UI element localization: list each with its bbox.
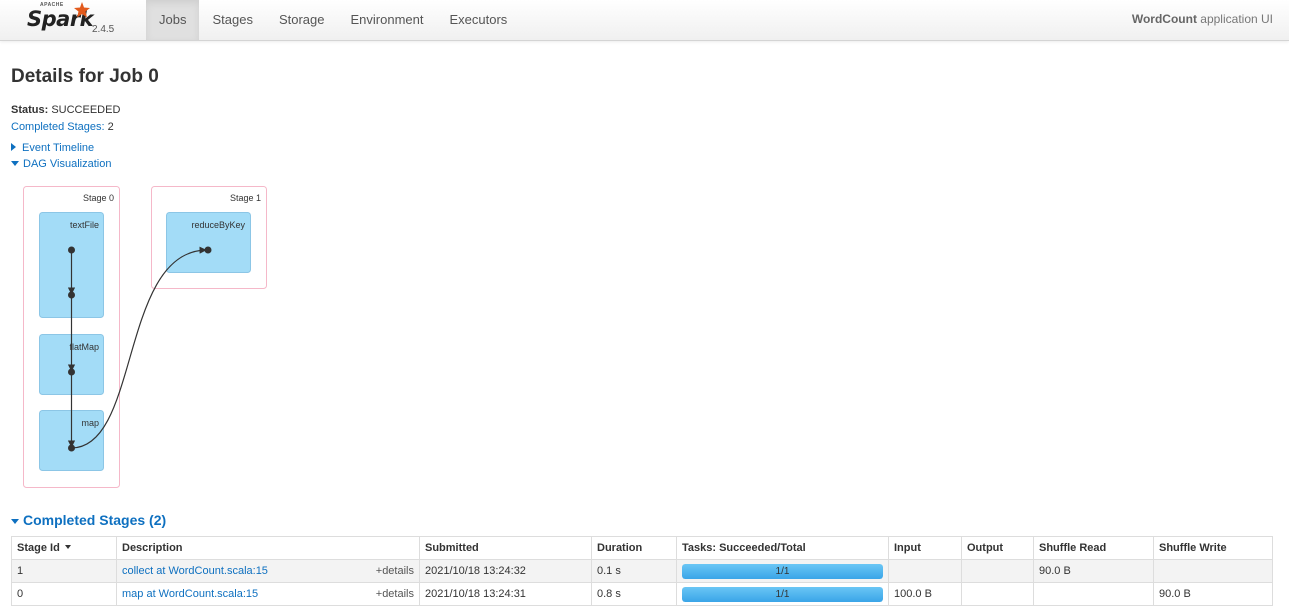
dag-node-reducebykey-label: reduceByKey xyxy=(191,220,245,230)
stage-description-link[interactable]: collect at WordCount.scala:15 xyxy=(122,565,268,577)
col-tasks[interactable]: Tasks: Succeeded/Total xyxy=(676,536,889,560)
tasks-progress-bar: 1/1 xyxy=(682,563,883,579)
completed-stages-link[interactable]: Completed Stages: xyxy=(11,121,105,133)
app-name: WordCount xyxy=(1131,12,1197,26)
cell-submitted: 2021/10/18 13:24:31 xyxy=(419,582,592,606)
details-toggle[interactable]: +details xyxy=(376,588,414,600)
cell-submitted: 2021/10/18 13:24:32 xyxy=(419,559,592,583)
cell-shuffle-read xyxy=(1033,582,1154,606)
cell-stage-id: 1 xyxy=(11,559,117,583)
cell-input xyxy=(888,559,962,583)
top-navbar: APACHE Spark 2.4.5 Jobs Stages Storage E… xyxy=(0,0,1289,41)
event-timeline-toggle[interactable]: Event Timeline xyxy=(11,142,94,154)
application-title: WordCount application UI xyxy=(1132,0,1273,38)
col-shuffle-write[interactable]: Shuffle Write xyxy=(1153,536,1273,560)
collapse-arrow-icon xyxy=(11,519,19,524)
dag-stage-1-label: Stage 1 xyxy=(230,193,261,203)
page-title: Details for Job 0 xyxy=(11,66,159,87)
dag-visualization: Stage 0 textFile flatMap map Stage 1 red… xyxy=(23,186,267,488)
cell-stage-id: 0 xyxy=(11,582,117,606)
tasks-progress-label: 1/1 xyxy=(775,565,790,577)
main-nav: Jobs Stages Storage Environment Executor… xyxy=(146,0,520,40)
spark-star-icon xyxy=(74,2,90,18)
status-value: SUCCEEDED xyxy=(48,104,121,116)
job-summary: Status: SUCCEEDED Completed Stages: 2 xyxy=(11,102,120,136)
table-row: 1 collect at WordCount.scala:15 +details … xyxy=(11,559,1273,583)
table-row: 0 map at WordCount.scala:15 +details 2021… xyxy=(11,582,1273,606)
cell-input: 100.0 B xyxy=(888,582,962,606)
spark-logo[interactable]: APACHE Spark 2.4.5 xyxy=(27,2,137,38)
tab-stages[interactable]: Stages xyxy=(199,0,265,40)
dag-visualization-toggle[interactable]: DAG Visualization xyxy=(11,158,111,170)
cell-shuffle-read: 90.0 B xyxy=(1033,559,1154,583)
col-input[interactable]: Input xyxy=(888,536,962,560)
dag-node-reducebykey[interactable]: reduceByKey xyxy=(166,212,251,273)
col-stage-id[interactable]: Stage Id xyxy=(11,536,117,560)
collapse-arrow-icon xyxy=(11,161,19,166)
col-stage-id-label: Stage Id xyxy=(17,542,60,554)
tasks-progress-label: 1/1 xyxy=(775,588,790,600)
dag-node-textfile-label: textFile xyxy=(70,220,99,230)
cell-tasks: 1/1 xyxy=(676,559,889,583)
completed-stages-title: Completed Stages (2) xyxy=(23,512,167,528)
tab-jobs[interactable]: Jobs xyxy=(146,0,200,40)
col-output[interactable]: Output xyxy=(961,536,1034,560)
completed-stages-toggle[interactable]: Completed Stages (2) xyxy=(11,512,166,528)
cell-output xyxy=(961,559,1034,583)
cell-duration: 0.8 s xyxy=(591,582,677,606)
completed-stages-table: Stage Id Description Submitted Duration … xyxy=(11,536,1273,606)
col-submitted[interactable]: Submitted xyxy=(419,536,592,560)
status-line: Status: SUCCEEDED xyxy=(11,102,120,119)
event-timeline-label: Event Timeline xyxy=(22,142,95,154)
tab-environment[interactable]: Environment xyxy=(338,0,437,40)
col-shuffle-read[interactable]: Shuffle Read xyxy=(1033,536,1154,560)
cell-tasks: 1/1 xyxy=(676,582,889,606)
details-toggle[interactable]: +details xyxy=(376,565,414,577)
cell-shuffle-write xyxy=(1153,559,1273,583)
completed-stages-count: 2 xyxy=(104,121,114,133)
sort-desc-icon xyxy=(64,545,71,549)
dag-node-map-label: map xyxy=(81,418,99,428)
col-description[interactable]: Description xyxy=(116,536,420,560)
table-header-row: Stage Id Description Submitted Duration … xyxy=(11,536,1273,560)
dag-node-flatmap-label: flatMap xyxy=(69,342,99,352)
app-suffix: application UI xyxy=(1196,12,1273,26)
tab-executors[interactable]: Executors xyxy=(436,0,520,40)
dag-stage-0-label: Stage 0 xyxy=(83,193,114,203)
cell-description: collect at WordCount.scala:15 +details xyxy=(116,559,420,583)
cell-duration: 0.1 s xyxy=(591,559,677,583)
col-duration[interactable]: Duration xyxy=(591,536,677,560)
expand-arrow-icon xyxy=(11,143,16,151)
completed-stages-line: Completed Stages: 2 xyxy=(11,119,120,136)
cell-description: map at WordCount.scala:15 +details xyxy=(116,582,420,606)
tasks-progress-bar: 1/1 xyxy=(682,586,883,602)
spark-version: 2.4.5 xyxy=(92,24,115,35)
tab-storage[interactable]: Storage xyxy=(266,0,338,40)
cell-shuffle-write: 90.0 B xyxy=(1153,582,1273,606)
dag-visualization-label: DAG Visualization xyxy=(23,158,112,170)
cell-output xyxy=(961,582,1034,606)
status-label: Status: xyxy=(11,104,49,116)
stage-description-link[interactable]: map at WordCount.scala:15 xyxy=(122,588,258,600)
